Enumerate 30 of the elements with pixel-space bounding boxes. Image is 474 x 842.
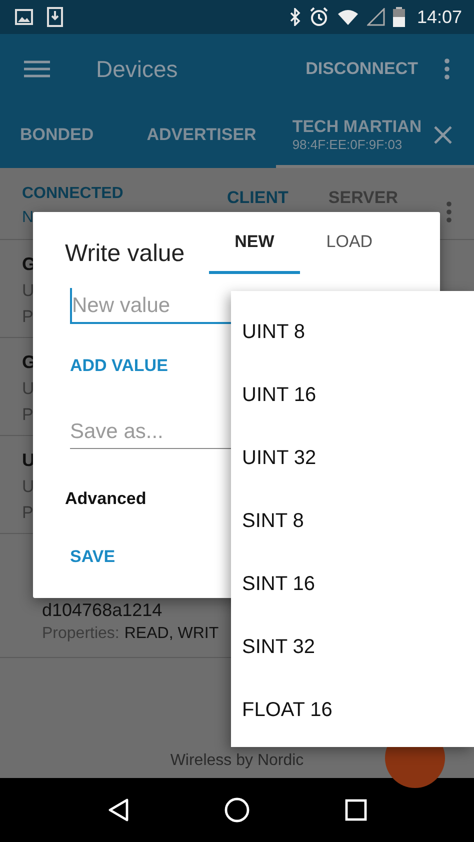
- dialog-title: Write value: [65, 240, 185, 269]
- add-value-button[interactable]: ADD VALUE: [65, 348, 173, 384]
- wifi-icon: [336, 8, 359, 26]
- connection-status: CONNECTED: [22, 184, 124, 202]
- menu-item[interactable]: SINT 8: [231, 490, 474, 553]
- battery-icon: [392, 7, 405, 27]
- bluetooth-icon: [288, 8, 301, 26]
- menu-item[interactable]: FLOAT 16: [231, 679, 474, 742]
- save-button[interactable]: SAVE: [65, 539, 120, 575]
- footer-text: Wireless by Nordic: [170, 752, 304, 770]
- dialog-tab[interactable]: NEW: [208, 212, 300, 274]
- recents-icon[interactable]: [344, 799, 367, 821]
- properties-value: READ, WRIT: [124, 625, 219, 643]
- dialog-tab[interactable]: LOAD: [300, 212, 399, 274]
- signal-icon: [366, 8, 385, 26]
- screen-title: Devices: [96, 56, 179, 82]
- image-icon: [15, 9, 33, 25]
- menu-item[interactable]: SINT 16: [231, 553, 474, 616]
- menu-icon[interactable]: [24, 60, 50, 78]
- clock-time: 14:07: [416, 6, 462, 28]
- bond-state: N: [22, 208, 35, 226]
- alarm-icon: [308, 7, 329, 27]
- advanced-label[interactable]: Advanced: [65, 489, 146, 509]
- characteristic-uuid: d104768a1214: [42, 600, 164, 621]
- close-icon[interactable]: [434, 126, 452, 144]
- more-icon[interactable]: [444, 58, 450, 80]
- home-icon[interactable]: [224, 797, 250, 823]
- menu-item[interactable]: SINT 32: [231, 616, 474, 679]
- back-icon[interactable]: [107, 798, 130, 822]
- download-icon: [47, 7, 63, 27]
